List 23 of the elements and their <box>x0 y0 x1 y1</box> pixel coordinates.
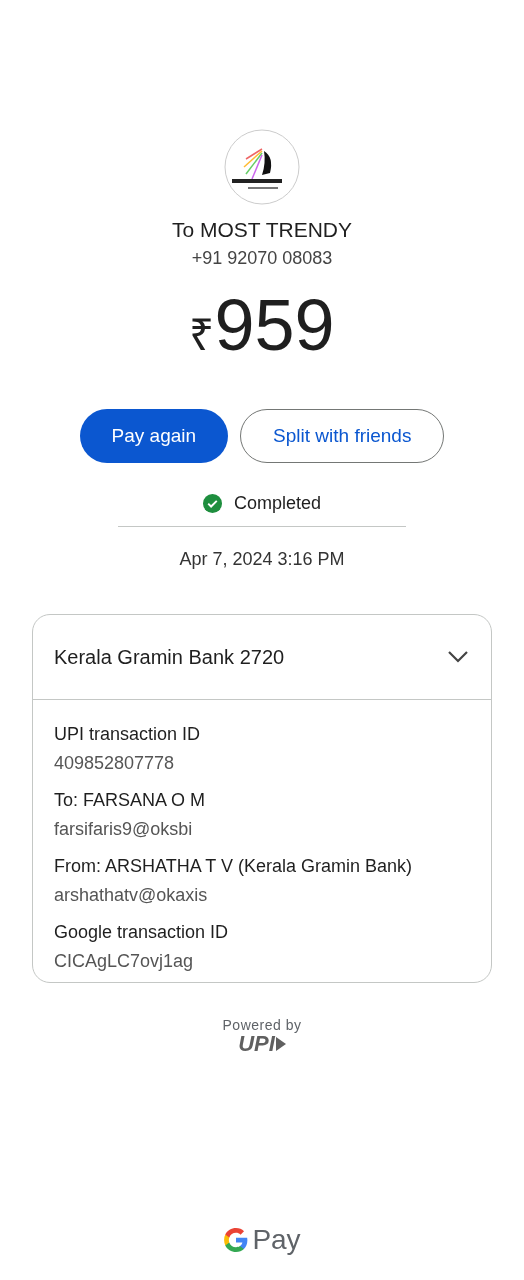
transaction-date: Apr 7, 2024 3:16 PM <box>179 549 345 570</box>
currency-symbol: ₹ <box>189 309 215 361</box>
bank-account: Kerala Gramin Bank 2720 <box>54 645 285 669</box>
upi-logo-text: UPI <box>238 1033 275 1055</box>
pay-again-button[interactable]: Pay again <box>79 409 229 463</box>
g-logo-icon <box>223 1227 250 1253</box>
pay-brand-text: Pay <box>252 1224 301 1256</box>
field-value: 409852807778 <box>54 753 176 774</box>
split-button[interactable]: Split with friends <box>240 409 445 463</box>
merchant-name: To MOST TRENDY <box>171 218 353 242</box>
field-label: UPI transaction ID <box>54 724 202 745</box>
chevron-icon[interactable] <box>447 650 469 664</box>
field-label: From: ARSHATHA T V (Kerala Gramin Bank) <box>54 856 414 877</box>
status-text: Completed <box>233 493 321 514</box>
powered-by-text: Powered by <box>222 1017 302 1033</box>
field-label: Google transaction ID <box>54 922 230 943</box>
amount: 959 <box>214 289 335 361</box>
field-value: CICAgLC7ovj1ag <box>54 951 195 972</box>
phone-number: +91 92070 08083 <box>191 248 333 269</box>
field-value: farsifaris9@oksbi <box>54 819 194 840</box>
field-value: arshathatv@okaxis <box>54 885 209 906</box>
arrow-icon <box>275 1037 286 1051</box>
field-label: To: FARSANA O M <box>54 790 207 811</box>
